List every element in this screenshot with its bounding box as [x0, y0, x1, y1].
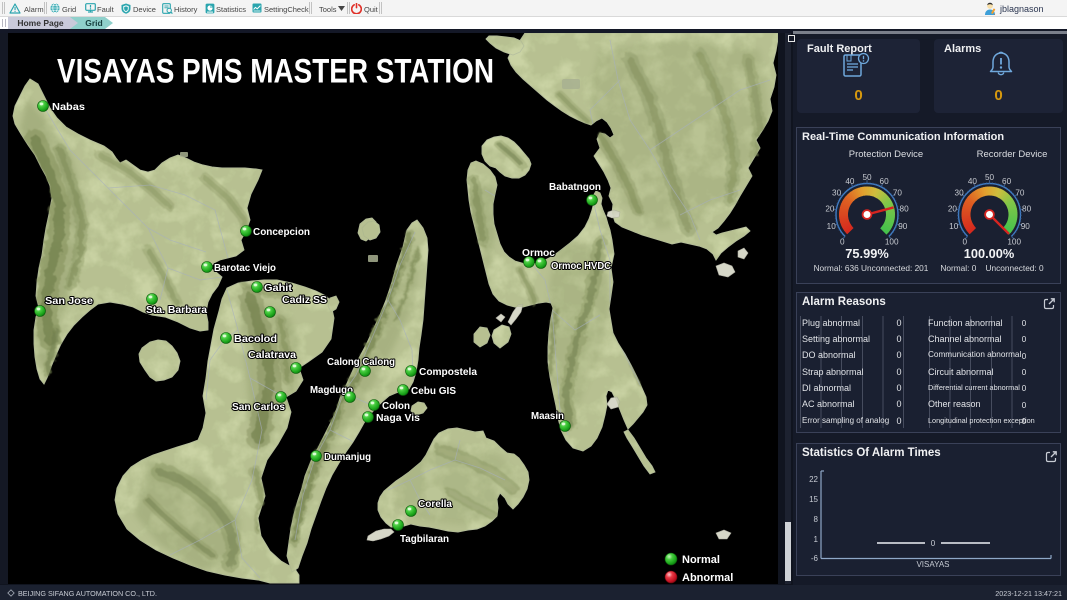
svg-text:Cebu GIS: Cebu GIS: [411, 385, 456, 397]
svg-text:40: 40: [845, 177, 855, 186]
svg-text:80: 80: [1022, 205, 1032, 214]
svg-text:San Jose: San Jose: [45, 295, 93, 307]
svg-text:10: 10: [949, 222, 959, 231]
svg-text:80: 80: [900, 205, 910, 214]
svg-text:Concepcion: Concepcion: [253, 226, 310, 238]
svg-text:90: 90: [898, 222, 908, 231]
svg-text:Barotac Viejo: Barotac Viejo: [214, 262, 276, 274]
svg-text:10: 10: [827, 222, 837, 231]
svg-text:30: 30: [955, 188, 965, 197]
svg-text:Calong Calong: Calong Calong: [327, 356, 395, 368]
svg-text:Normal: Normal: [682, 554, 720, 566]
svg-text:Naga Vis: Naga Vis: [376, 412, 420, 424]
svg-text:70: 70: [893, 188, 903, 197]
svg-text:Nabas: Nabas: [52, 101, 85, 113]
svg-text:Compostela: Compostela: [419, 366, 477, 378]
svg-text:Sta. Barbara: Sta. Barbara: [146, 304, 207, 316]
svg-text:Maasin: Maasin: [531, 410, 564, 422]
svg-text:0: 0: [931, 539, 936, 548]
svg-text:60: 60: [1002, 177, 1012, 186]
svg-text:Cadiz SS: Cadiz SS: [282, 294, 327, 306]
svg-text:90: 90: [1021, 222, 1031, 231]
svg-text:Dumanjug: Dumanjug: [324, 451, 371, 463]
svg-text:Corella: Corella: [418, 498, 452, 510]
svg-text:VISAYAS PMS MASTER STATION: VISAYAS PMS MASTER STATION: [57, 53, 494, 91]
svg-text:15: 15: [809, 495, 818, 504]
svg-text:8: 8: [814, 515, 819, 524]
svg-text:Ormoc HVDC: Ormoc HVDC: [551, 260, 611, 272]
svg-text:Calatrava: Calatrava: [248, 349, 296, 361]
svg-text:1: 1: [814, 535, 819, 544]
svg-text:20: 20: [825, 205, 835, 214]
svg-text:20: 20: [948, 205, 958, 214]
svg-text:VISAYAS: VISAYAS: [916, 560, 949, 569]
svg-text:22: 22: [809, 475, 818, 484]
svg-text:Abnormal: Abnormal: [682, 572, 733, 584]
svg-text:Babatngon: Babatngon: [549, 181, 601, 193]
svg-text:San Carlos: San Carlos: [232, 401, 285, 413]
svg-text:50: 50: [862, 173, 872, 182]
svg-text:-6: -6: [811, 554, 819, 563]
svg-text:Gahit: Gahit: [264, 282, 293, 294]
svg-text:Bacolod: Bacolod: [234, 333, 277, 345]
svg-text:50: 50: [985, 173, 995, 182]
svg-text:60: 60: [880, 177, 890, 186]
svg-text:Tagbilaran: Tagbilaran: [400, 533, 449, 545]
svg-text:70: 70: [1015, 188, 1025, 197]
svg-text:Colon: Colon: [382, 400, 410, 412]
svg-text:30: 30: [832, 188, 842, 197]
svg-text:40: 40: [968, 177, 978, 186]
